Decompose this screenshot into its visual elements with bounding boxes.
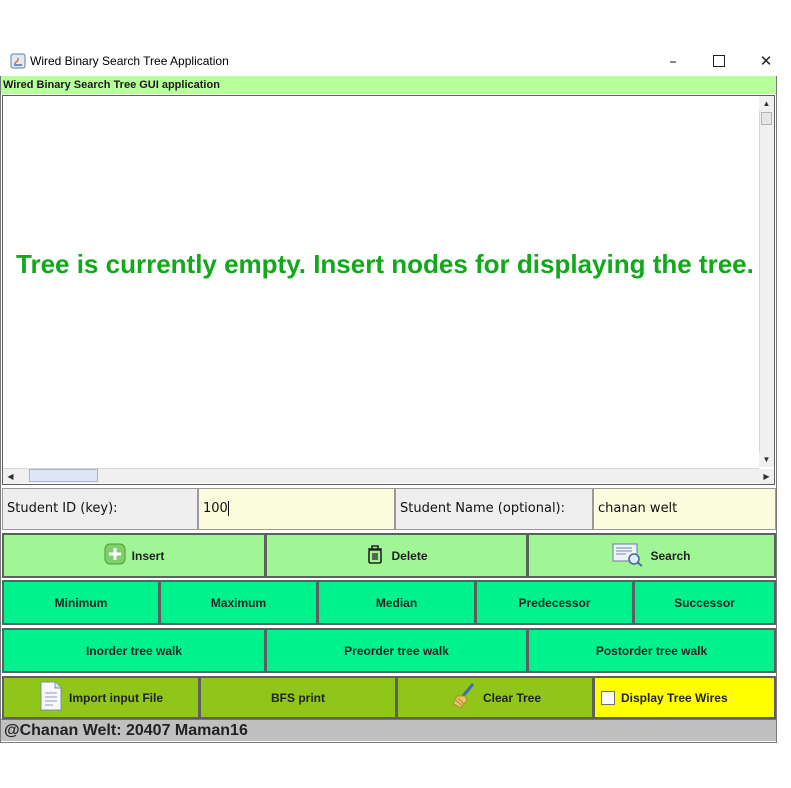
java-app-icon [10,53,26,69]
clear-tree-button[interactable]: Clear Tree [396,676,594,719]
horizontal-scroll-thumb[interactable] [29,469,98,482]
student-id-value: 100 [203,501,228,516]
insert-button[interactable]: Insert [2,533,266,578]
header-label: Wired Binary Search Tree GUI application [1,76,776,94]
postorder-walk-button[interactable]: Postorder tree walk [527,628,776,673]
vertical-scroll-thumb[interactable] [761,112,772,125]
minimize-icon: – [669,52,677,70]
scroll-right-icon[interactable]: ▶ [759,469,774,484]
successor-button[interactable]: Successor [633,580,776,625]
import-file-label: Import input File [69,690,163,705]
import-file-button[interactable]: Import input File [2,676,200,719]
horizontal-scrollbar[interactable] [3,468,759,483]
window-title: Wired Binary Search Tree Application [30,54,229,68]
vertical-scrollbar[interactable] [759,96,774,467]
student-name-input[interactable]: chanan welt [593,488,776,530]
plus-icon [104,543,126,568]
display-wires-checkbox[interactable] [601,690,615,705]
preorder-walk-button[interactable]: Preorder tree walk [265,628,528,673]
scroll-up-icon[interactable]: ▲ [759,96,774,111]
predecessor-button[interactable]: Predecessor [475,580,634,625]
student-id-input[interactable]: 100 [198,488,395,530]
maximum-button[interactable]: Maximum [159,580,318,625]
maximize-button[interactable] [696,49,742,73]
minimum-button[interactable]: Minimum [2,580,160,625]
scroll-down-icon[interactable]: ▼ [759,452,774,467]
footer-credit: @Chanan Welt: 20407 Maman16 [1,719,776,741]
student-id-label: Student ID (key): [2,488,198,530]
display-wires-label: Display Tree Wires [621,690,728,705]
insert-label: Insert [131,548,165,563]
search-icon [612,541,644,570]
inorder-walk-button[interactable]: Inorder tree walk [2,628,266,673]
tree-canvas[interactable] [2,95,775,485]
search-button[interactable]: Search [527,533,776,578]
close-icon: ✕ [759,52,773,70]
document-icon [39,681,63,714]
close-button[interactable]: ✕ [743,49,789,73]
broom-icon [449,682,477,713]
delete-label: Delete [391,548,428,563]
scroll-left-icon[interactable]: ◀ [3,469,18,484]
trash-icon [365,543,385,568]
delete-button[interactable]: Delete [265,533,528,578]
bfs-print-button[interactable]: BFS print [199,676,397,719]
clear-tree-label: Clear Tree [482,690,542,705]
student-name-label: Student Name (optional): [395,488,593,530]
display-wires-toggle[interactable]: Display Tree Wires [593,676,776,719]
search-label: Search [650,548,691,563]
median-button[interactable]: Median [317,580,476,625]
empty-tree-message: Tree is currently empty. Insert nodes fo… [16,249,754,279]
maximize-icon [713,55,725,67]
minimize-button[interactable]: – [650,49,696,73]
